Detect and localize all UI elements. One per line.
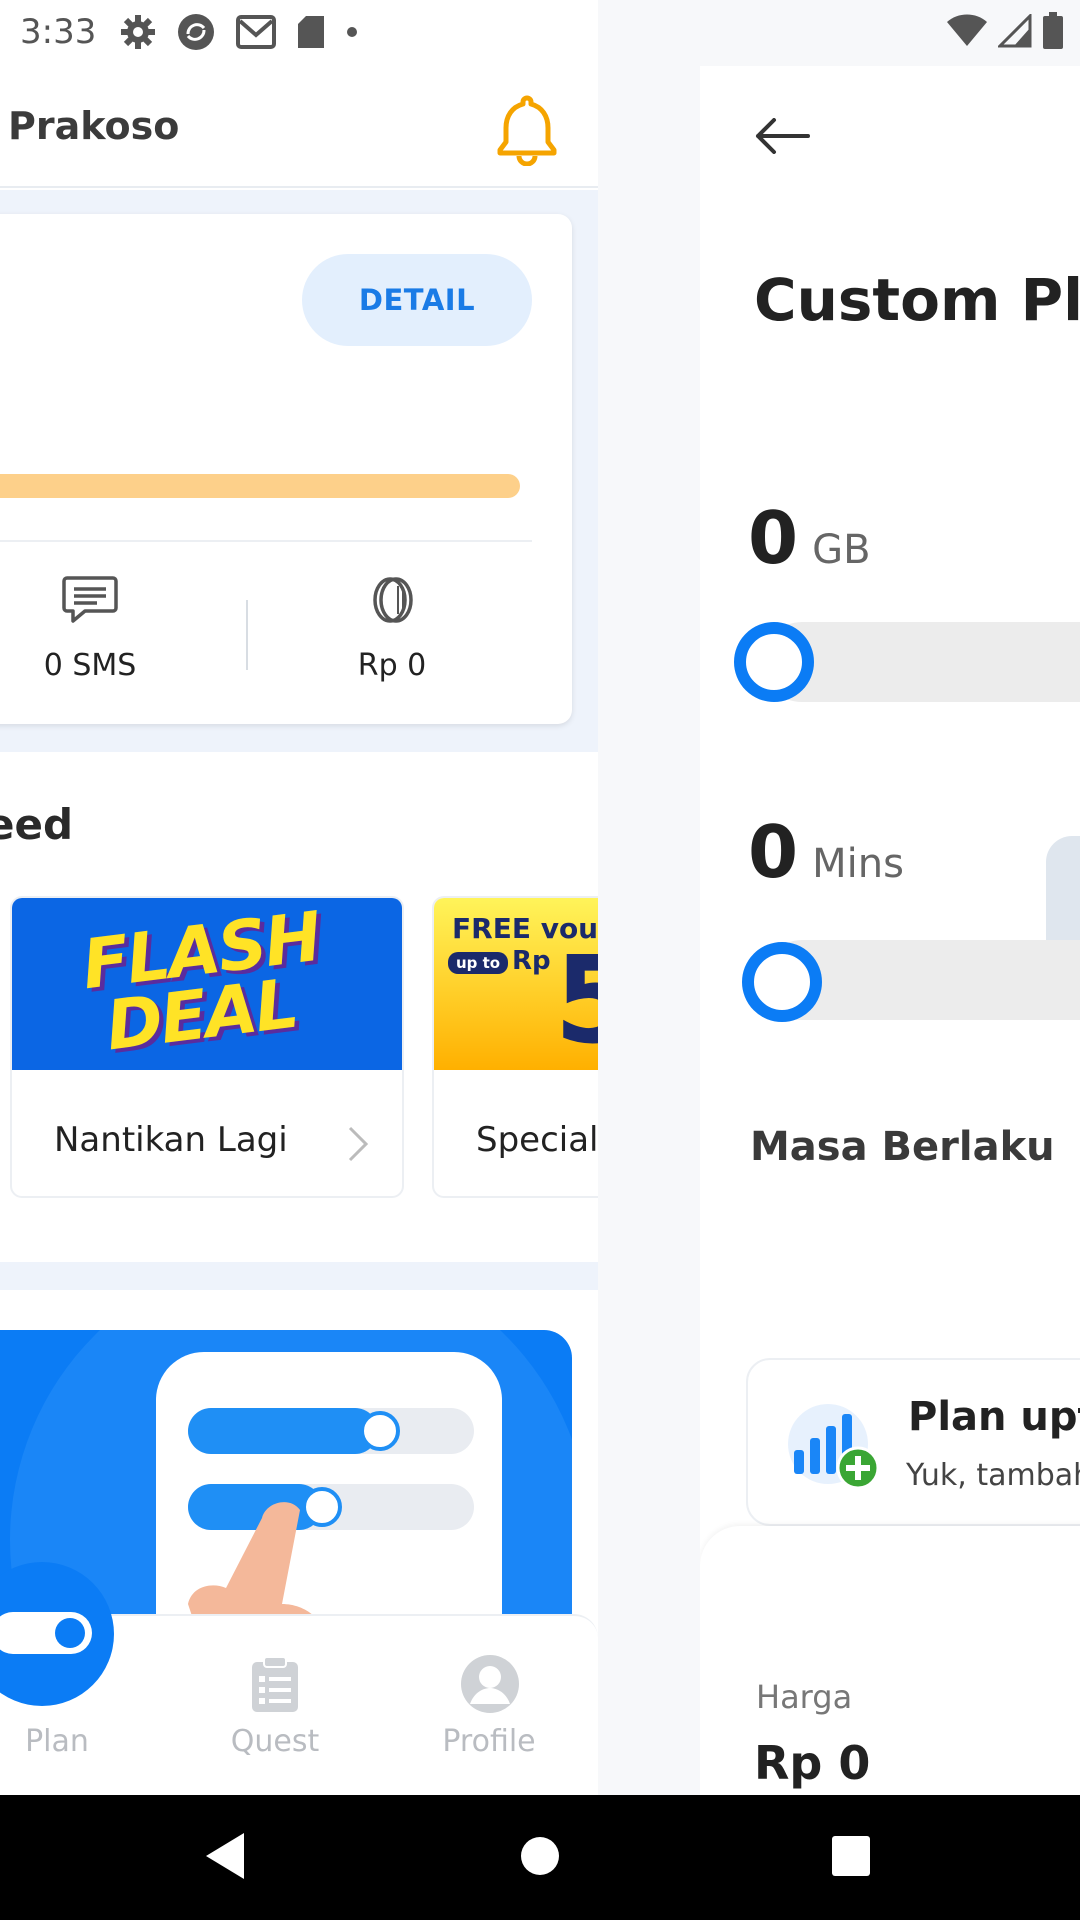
gmail-icon <box>236 15 276 49</box>
back-arrow-icon[interactable] <box>754 118 810 154</box>
price-value: Rp 0 <box>754 1736 871 1790</box>
section-separator <box>0 1262 598 1290</box>
system-icons <box>946 12 1064 50</box>
nav-tab-profile[interactable]: Profile <box>414 1616 564 1795</box>
detail-button[interactable]: DETAIL <box>302 254 532 346</box>
sd-card-icon <box>298 16 324 48</box>
usage-progress-bar <box>0 474 520 498</box>
plan-upto-card[interactable]: Plan upto Yuk, tambah <box>746 1358 1080 1526</box>
nav-tab-plan[interactable]: Plan <box>0 1562 132 1795</box>
balance-stat: Rp 0 <box>282 574 502 683</box>
upto-tag: up to <box>448 952 509 974</box>
signal-icon <box>998 14 1032 48</box>
gear-icon <box>121 15 155 49</box>
user-icon <box>461 1655 519 1713</box>
back-nav-icon[interactable] <box>200 1829 250 1883</box>
recents-nav-icon[interactable] <box>830 1829 872 1883</box>
clipboard-icon <box>252 1656 298 1712</box>
nav-label-plan: Plan <box>25 1724 89 1759</box>
minutes-value: 0 <box>748 810 799 894</box>
status-bar: 3:33 <box>0 0 1080 66</box>
promo-label: Special <box>476 1120 598 1160</box>
user-name: Prakoso <box>8 104 180 148</box>
signal-plus-icon <box>788 1404 880 1490</box>
minutes-amount: 0 Mins <box>748 810 904 894</box>
rp-text: Rp <box>512 946 551 976</box>
bell-icon[interactable] <box>494 92 560 166</box>
data-amount: 0 GB <box>748 496 871 580</box>
status-time: 3:33 <box>20 12 97 52</box>
page-title: Custom Pla <box>754 266 1080 334</box>
coin-icon <box>373 577 413 623</box>
card-divider <box>0 540 532 542</box>
amount-digit: 5 <box>554 942 598 1062</box>
data-unit: GB <box>812 527 871 573</box>
validity-label: Masa Berlaku <box>750 1124 1055 1170</box>
sms-stat-label: 0 SMS <box>43 648 137 683</box>
promo-label: Nantikan Lagi <box>54 1120 288 1160</box>
sms-stat: 0 SMS <box>0 574 200 683</box>
free-voucher-banner: FREE vou up to Rp 5 <box>434 898 598 1070</box>
flash-deal-banner: FLASH DEAL <box>12 898 402 1070</box>
promo-card-flash-deal[interactable]: FLASH DEAL Nantikan Lagi <box>10 896 404 1198</box>
minutes-unit: Mins <box>812 841 904 887</box>
nav-tab-quest[interactable]: Quest <box>200 1616 350 1795</box>
home-screen: Prakoso DETAIL 0 SMS Rp 0 eed FLASH DEAL… <box>0 0 598 1795</box>
battery-icon <box>1043 12 1063 49</box>
data-slider-handle[interactable] <box>734 622 814 702</box>
data-value: 0 <box>748 496 799 580</box>
plan-upto-title: Plan upto <box>908 1394 1080 1440</box>
wifi-icon <box>947 14 987 46</box>
notification-icons <box>120 12 358 52</box>
chat-icon <box>62 576 118 623</box>
toggle-icon <box>0 1612 92 1654</box>
dot-icon <box>347 27 357 37</box>
home-header: Prakoso <box>0 66 598 188</box>
home-nav-icon[interactable] <box>520 1829 560 1883</box>
section-title: eed <box>0 800 74 849</box>
custom-plan-screen: Custom Pla 0 GB 0 Mins Masa Berlaku Plan u… <box>700 66 1080 1795</box>
sync-icon <box>178 14 214 50</box>
price-label: Harga <box>756 1678 853 1716</box>
nav-label-quest: Quest <box>230 1724 320 1759</box>
chevron-right-icon <box>348 1126 369 1162</box>
promo-card-special[interactable]: FREE vou up to Rp 5 Special <box>432 896 598 1198</box>
balance-stat-label: Rp 0 <box>357 648 427 683</box>
plan-card: DETAIL 0 SMS Rp 0 <box>0 214 572 724</box>
minutes-slider-handle[interactable] <box>742 942 822 1022</box>
nav-label-profile: Profile <box>442 1724 536 1759</box>
bottom-navigation: Plan Quest Profile <box>0 1562 598 1795</box>
price-footer: Harga Rp 0 <box>700 1526 1080 1795</box>
plan-summary-area: DETAIL 0 SMS Rp 0 <box>0 190 598 752</box>
plan-upto-subtitle: Yuk, tambah <box>906 1458 1080 1493</box>
system-navigation-bar <box>0 1795 1080 1920</box>
stat-divider <box>246 600 248 670</box>
